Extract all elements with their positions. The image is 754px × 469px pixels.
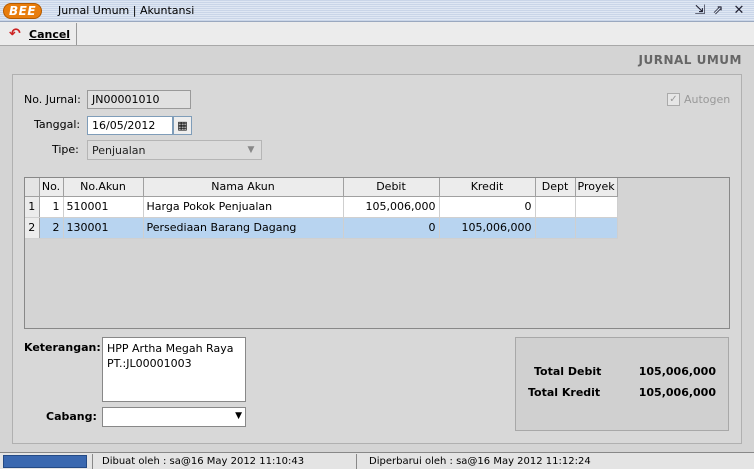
cell-debit[interactable]: 0 — [343, 217, 440, 239]
col-header-proyek[interactable]: Proyek — [575, 178, 618, 197]
chevron-down-icon: ▼ — [247, 145, 255, 155]
close-icon[interactable]: ✕ — [731, 3, 747, 19]
cell-no[interactable]: 2 — [39, 217, 64, 239]
col-header-nama-akun[interactable]: Nama Akun — [143, 178, 344, 197]
cell-no[interactable]: 1 — [39, 196, 64, 218]
cell-proyek[interactable] — [575, 217, 618, 239]
cabang-label: Cabang: — [46, 410, 97, 423]
status-divider — [92, 454, 93, 469]
cabang-select[interactable]: ▼ — [102, 407, 246, 427]
cell-nama[interactable]: Harga Pokok Penjualan — [143, 196, 344, 218]
maximize-icon[interactable]: ⇗ — [710, 3, 726, 19]
cancel-button[interactable]: ↶ Cancel — [3, 23, 77, 45]
grid-header-row: No. No.Akun Nama Akun Debit Kredit Dept … — [25, 178, 618, 197]
tanggal-field[interactable]: 16/05/2012 — [87, 116, 173, 135]
tanggal-label: Tanggal: — [34, 118, 81, 131]
total-kredit-value: 105,006,000 — [638, 386, 716, 399]
cell-nama[interactable]: Persediaan Barang Dagang — [143, 217, 344, 239]
chevron-down-icon: ▼ — [235, 411, 242, 421]
cell-kredit[interactable]: 105,006,000 — [439, 217, 536, 239]
cancel-label: Cancel — [29, 27, 71, 41]
title-bar: BEE Jurnal Umum | Akuntansi ⇲ ⇗ ✕ — [0, 0, 754, 22]
restore-icon[interactable]: ⇲ — [692, 3, 708, 19]
journal-grid[interactable]: No. No.Akun Nama Akun Debit Kredit Dept … — [24, 177, 730, 329]
cell-debit[interactable]: 105,006,000 — [343, 196, 440, 218]
form-header: JURNAL UMUM — [638, 53, 742, 67]
col-header-debit[interactable]: Debit — [343, 178, 440, 197]
no-jurnal-label: No. Jurnal: — [24, 93, 81, 106]
tipe-select[interactable]: Penjualan ▼ — [87, 140, 262, 160]
total-debit-label: Total Debit — [534, 365, 602, 378]
table-row[interactable]: 2 2 130001 Persediaan Barang Dagang 0 10… — [25, 217, 618, 239]
tipe-value: Penjualan — [92, 144, 146, 157]
cell-dept[interactable] — [535, 217, 576, 239]
cell-dept[interactable] — [535, 196, 576, 218]
row-number[interactable]: 2 — [25, 217, 40, 239]
updated-by-text: Diperbarui oleh : sa@16 May 2012 11:12:2… — [369, 456, 591, 467]
keterangan-textarea[interactable]: HPP Artha Megah Raya PT.:JL00001003 — [102, 337, 246, 402]
undo-icon: ↶ — [9, 26, 21, 42]
col-header-no[interactable]: No. — [39, 178, 64, 197]
window-title: Jurnal Umum | Akuntansi — [58, 4, 195, 17]
total-debit-value: 105,006,000 — [638, 365, 716, 378]
status-divider — [356, 454, 357, 469]
toolbar: ↶ Cancel — [0, 22, 754, 46]
autogen-checkbox[interactable]: ✓ Autogen — [667, 93, 730, 106]
col-header-kredit[interactable]: Kredit — [439, 178, 536, 197]
no-jurnal-field: JN00001010 — [87, 90, 191, 109]
grid-corner — [25, 178, 40, 197]
totals-panel: Total Debit 105,006,000 Total Kredit 105… — [515, 337, 729, 431]
check-icon: ✓ — [667, 93, 680, 106]
cell-akun[interactable]: 510001 — [63, 196, 144, 218]
logo-badge: BEE — [3, 3, 43, 19]
keterangan-line: HPP Artha Megah Raya — [107, 342, 234, 355]
autogen-label: Autogen — [684, 93, 731, 106]
keterangan-label: Keterangan: — [24, 341, 101, 354]
status-indicator — [3, 455, 87, 468]
row-number[interactable]: 1 — [25, 196, 40, 218]
calendar-icon[interactable]: ▦ — [173, 116, 192, 135]
col-header-no-akun[interactable]: No.Akun — [63, 178, 144, 197]
cell-proyek[interactable] — [575, 196, 618, 218]
app-logo: BEE — [3, 3, 43, 19]
cell-akun[interactable]: 130001 — [63, 217, 144, 239]
cell-kredit[interactable]: 0 — [439, 196, 536, 218]
tipe-label: Tipe: — [52, 143, 79, 156]
col-header-dept[interactable]: Dept — [535, 178, 576, 197]
total-kredit-label: Total Kredit — [528, 386, 601, 399]
created-by-text: Dibuat oleh : sa@16 May 2012 11:10:43 — [102, 456, 305, 467]
table-row[interactable]: 1 1 510001 Harga Pokok Penjualan 105,006… — [25, 196, 618, 218]
keterangan-line: PT.:JL00001003 — [107, 357, 192, 370]
status-bar: Dibuat oleh : sa@16 May 2012 11:10:43 Di… — [0, 452, 754, 469]
